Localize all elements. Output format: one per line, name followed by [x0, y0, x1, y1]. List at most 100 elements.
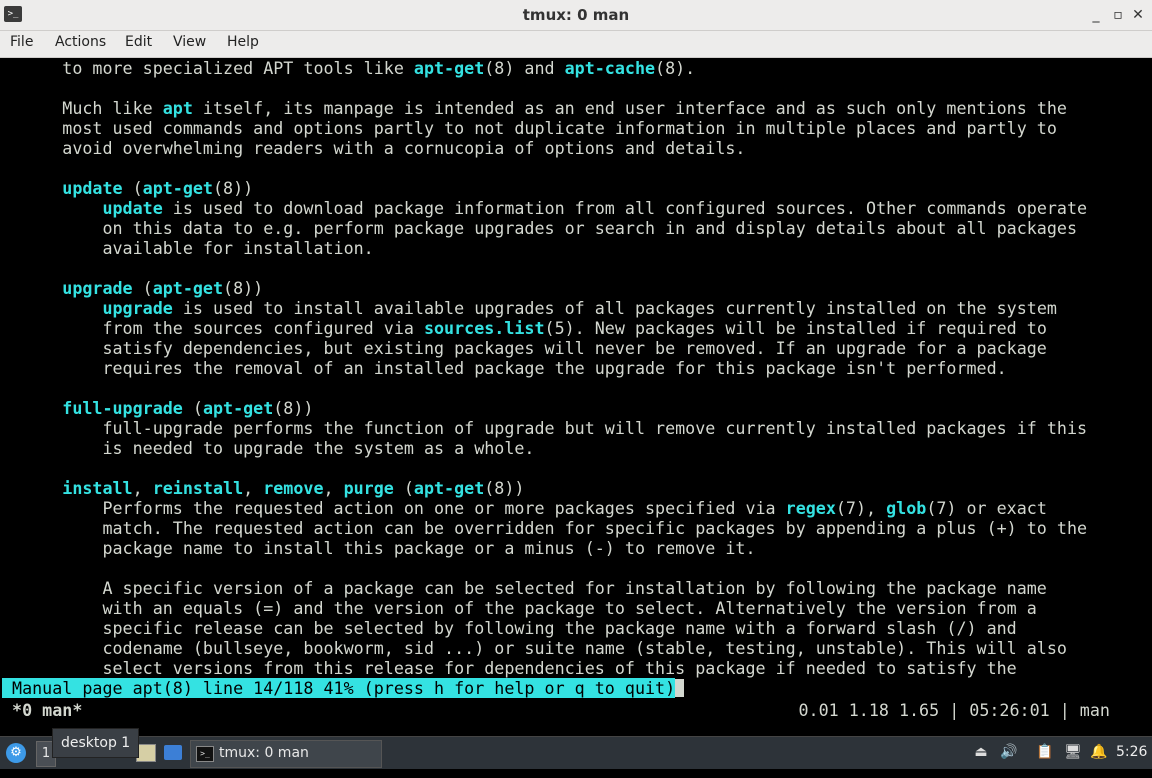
- menu-help[interactable]: Help: [227, 34, 259, 50]
- manpage-line: from the sources configured via sources.…: [2, 318, 1047, 338]
- manpage-text: satisfy dependencies, but existing packa…: [2, 338, 1047, 358]
- menu-view[interactable]: View: [173, 34, 206, 50]
- manpage-keyword: full-upgrade: [62, 398, 183, 418]
- show-desktop-icon[interactable]: [164, 745, 182, 760]
- menu-file[interactable]: File: [10, 34, 33, 50]
- terminal-area[interactable]: Manual page apt(8) line 14/118 41% (pres…: [2, 58, 1150, 734]
- manpage-text: [2, 398, 62, 418]
- manpage-line: install, reinstall, remove, purge (apt-g…: [2, 478, 524, 498]
- manpage-line: A specific version of a package can be s…: [2, 578, 1046, 598]
- removable-media-icon[interactable]: ⏏: [972, 744, 990, 762]
- taskbar-window-button[interactable]: >_ tmux: 0 man: [190, 740, 382, 768]
- manpage-line: on this data to e.g. perform package upg…: [2, 218, 1077, 238]
- manpage-keyword: upgrade: [102, 298, 173, 318]
- lxqt-start-icon[interactable]: ⚙: [6, 743, 26, 763]
- manpage-text: (: [182, 398, 203, 418]
- clipboard-icon[interactable]: 📋: [1036, 744, 1054, 762]
- manpage-text: [2, 478, 62, 498]
- manpage-line: satisfy dependencies, but existing packa…: [2, 338, 1047, 358]
- manpage-line: full-upgrade performs the function of up…: [2, 418, 1087, 438]
- manpage-keyword: purge: [343, 478, 394, 498]
- manpage-line: full-upgrade (apt-get(8)): [2, 398, 313, 418]
- manpage-line: update is used to download package infor…: [2, 198, 1087, 218]
- manpage-line: requires the removal of an installed pac…: [2, 358, 1007, 378]
- close-icon[interactable]: ✕: [1128, 5, 1148, 25]
- pager-status-line: Manual page apt(8) line 14/118 41% (pres…: [2, 678, 685, 698]
- manpage-text: [2, 178, 62, 198]
- manpage-keyword: remove: [263, 478, 324, 498]
- manpage-text: on this data to e.g. perform package upg…: [2, 218, 1077, 238]
- manpage-line: select versions from this release for de…: [2, 658, 1017, 678]
- manpage-keyword: upgrade: [62, 278, 133, 298]
- manpage-keyword: update: [102, 198, 163, 218]
- manpage-text: (8)): [223, 278, 264, 298]
- network-icon[interactable]: 🖥: [1064, 744, 1082, 762]
- manpage-text: (5). New packages will be installed if r…: [544, 318, 1047, 338]
- window-titlebar: >_ tmux: 0 man _ ▫ ✕: [0, 0, 1152, 31]
- notification-icon[interactable]: 🔔: [1090, 744, 1108, 762]
- taskbar: ⚙ 1 >_ tmux: 0 man ⏏ 🔊 📋 🖥 🔔 5:26: [0, 736, 1152, 769]
- manpage-text: [2, 298, 102, 318]
- maximize-icon[interactable]: ▫: [1108, 5, 1128, 25]
- manpage-line: is needed to upgrade the system as a who…: [2, 438, 534, 458]
- desktop-tooltip: desktop 1: [52, 728, 140, 758]
- manpage-text: select versions from this release for de…: [2, 658, 1017, 678]
- menu-actions[interactable]: Actions: [55, 34, 106, 50]
- manpage-text: from the sources configured via: [2, 318, 424, 338]
- manpage-line: package name to install this package or …: [2, 538, 756, 558]
- minimize-icon[interactable]: _: [1086, 5, 1106, 25]
- manpage-text: package name to install this package or …: [2, 538, 756, 558]
- manpage-text: (8)): [484, 478, 525, 498]
- manpage-keyword: apt-cache: [564, 58, 656, 78]
- manpage-keyword: apt: [162, 98, 193, 118]
- terminal-icon: >_: [196, 746, 214, 762]
- manpage-text: ,: [323, 478, 344, 498]
- manpage-line: update (apt-get(8)): [2, 178, 253, 198]
- manpage-keyword: regex: [785, 498, 836, 518]
- manpage-line: upgrade is used to install available upg…: [2, 298, 1057, 318]
- cursor: [675, 679, 685, 697]
- tmux-window-list[interactable]: *0 man*: [2, 700, 82, 720]
- manpage-text: is needed to upgrade the system as a who…: [2, 438, 535, 458]
- manpage-text: full-upgrade performs the function of up…: [2, 418, 1088, 438]
- manpage-text: (8).: [655, 58, 696, 78]
- manpage-text: ,: [132, 478, 153, 498]
- manpage-text: Much like: [2, 98, 163, 118]
- manpage-text: (8) and: [484, 58, 565, 78]
- manpage-line: avoid overwhelming readers with a cornuc…: [2, 138, 745, 158]
- manpage-text: avoid overwhelming readers with a cornuc…: [2, 138, 746, 158]
- manpage-text: most used commands and options partly to…: [2, 118, 1057, 138]
- tmux-status-bar: *0 man* 0.01 1.18 1.65 | 05:26:01 | man: [2, 698, 1150, 720]
- manpage-keyword: install: [62, 478, 133, 498]
- manpage-text: [2, 198, 102, 218]
- manpage-line: to more specialized APT tools like apt-g…: [2, 58, 695, 78]
- manpage-text: (7),: [835, 498, 887, 518]
- manpage-line: codename (bullseye, bookworm, sid ...) o…: [2, 638, 1067, 658]
- manpage-text: (7) or exact: [926, 498, 1047, 518]
- manpage-text: Performs the requested action on one or …: [2, 498, 786, 518]
- manpage-text: requires the removal of an installed pac…: [2, 358, 1007, 378]
- manpage-line: most used commands and options partly to…: [2, 118, 1057, 138]
- volume-icon[interactable]: 🔊: [1000, 744, 1018, 762]
- manpage-text: (8)): [212, 178, 254, 198]
- menu-bar: File Actions Edit View Help: [0, 31, 1152, 58]
- taskbar-window-label: tmux: 0 man: [219, 745, 309, 761]
- manpage-line: upgrade (apt-get(8)): [2, 278, 263, 298]
- menu-edit[interactable]: Edit: [125, 34, 152, 50]
- manpage-text: (: [393, 478, 414, 498]
- manpage-text: with an equals (=) and the version of th…: [2, 598, 1037, 618]
- clock: 5:26: [1116, 744, 1148, 760]
- manpage-text: (: [132, 278, 153, 298]
- tmux-status-right: 0.01 1.18 1.65 | 05:26:01 | man: [798, 700, 1120, 720]
- manpage-text: available for installation.: [2, 238, 374, 258]
- manpage-text: ,: [243, 478, 264, 498]
- manpage-text: (: [122, 178, 143, 198]
- manpage-line: match. The requested action can be overr…: [2, 518, 1087, 538]
- manpage-line: available for installation.: [2, 238, 374, 258]
- manpage-line: Much like apt itself, its manpage is int…: [2, 98, 1067, 118]
- manpage-keyword: apt-get: [152, 278, 224, 298]
- manpage-text: itself, its manpage is intended as an en…: [192, 98, 1067, 118]
- manpage-text: is used to install available upgrades of…: [172, 298, 1057, 318]
- manpage-text: [2, 278, 62, 298]
- manpage-keyword: apt-get: [413, 58, 485, 78]
